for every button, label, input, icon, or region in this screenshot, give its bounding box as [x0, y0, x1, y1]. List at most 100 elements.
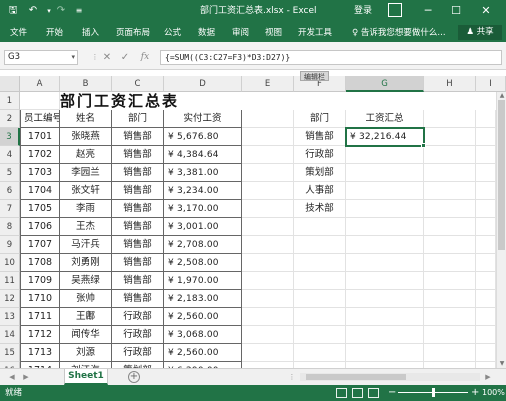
- formula-input[interactable]: {=SUM((C3:C27=F3)*D3:D27)}: [160, 50, 502, 65]
- cell-employee-id[interactable]: 1711: [20, 308, 60, 326]
- cell[interactable]: [346, 326, 424, 344]
- cell[interactable]: [294, 236, 346, 254]
- cell[interactable]: [476, 218, 496, 236]
- enter-icon[interactable]: ✓: [118, 50, 132, 65]
- column-header-d[interactable]: D: [164, 76, 242, 92]
- row-header[interactable]: 15: [0, 344, 20, 362]
- cell-department[interactable]: 行政部: [112, 326, 164, 344]
- cell-employee-id[interactable]: 1702: [20, 146, 60, 164]
- cell[interactable]: [424, 326, 476, 344]
- share-button[interactable]: ♟ 共享: [458, 25, 502, 40]
- cell-employee-id[interactable]: 1706: [20, 218, 60, 236]
- cell[interactable]: [294, 344, 346, 362]
- cell-department[interactable]: 销售部: [112, 164, 164, 182]
- cell[interactable]: [476, 200, 496, 218]
- cell[interactable]: [20, 92, 60, 110]
- cell[interactable]: [346, 344, 424, 362]
- cell-salary[interactable]: ¥ 3,068.00: [164, 326, 242, 344]
- cell[interactable]: [424, 200, 476, 218]
- cell-employee-name[interactable]: 马汗兵: [60, 236, 112, 254]
- customize-icon[interactable]: ≡: [70, 2, 88, 20]
- cell-salary[interactable]: ¥ 3,001.00: [164, 218, 242, 236]
- cell[interactable]: [242, 326, 294, 344]
- cell[interactable]: [424, 146, 476, 164]
- cell-department[interactable]: 销售部: [112, 146, 164, 164]
- cell[interactable]: [294, 272, 346, 290]
- summary-total-cell[interactable]: [346, 146, 424, 164]
- column-header-h[interactable]: H: [424, 76, 476, 92]
- summary-dept-cell[interactable]: 销售部: [294, 128, 346, 146]
- cell-employee-name[interactable]: 王鄘: [60, 308, 112, 326]
- header-cell-id[interactable]: 员工编号: [20, 110, 60, 128]
- summary-total-cell[interactable]: [346, 182, 424, 200]
- cell[interactable]: [424, 164, 476, 182]
- fill-handle[interactable]: [421, 143, 426, 148]
- cell[interactable]: [346, 254, 424, 272]
- insert-function-icon[interactable]: fx: [138, 50, 152, 65]
- row-header[interactable]: 10: [0, 254, 20, 272]
- sheet-tab-sheet1[interactable]: Sheet1: [64, 369, 108, 385]
- cell-employee-id[interactable]: 1713: [20, 344, 60, 362]
- cell-employee-name[interactable]: 闻传华: [60, 326, 112, 344]
- cell[interactable]: [242, 308, 294, 326]
- cell[interactable]: [476, 182, 496, 200]
- cell[interactable]: [242, 110, 294, 128]
- row-header[interactable]: 1: [0, 92, 20, 110]
- chevron-down-icon[interactable]: ▾: [71, 51, 75, 64]
- cell-department[interactable]: 行政部: [112, 344, 164, 362]
- cancel-icon[interactable]: ✕: [100, 50, 114, 65]
- cell-employee-id[interactable]: 1704: [20, 182, 60, 200]
- cell[interactable]: [242, 164, 294, 182]
- summary-dept-cell[interactable]: 人事部: [294, 182, 346, 200]
- cell-employee-name[interactable]: 赵亮: [60, 146, 112, 164]
- cell[interactable]: [294, 254, 346, 272]
- cell[interactable]: [294, 218, 346, 236]
- cell[interactable]: [476, 254, 496, 272]
- column-header-g[interactable]: G: [346, 76, 424, 92]
- row-header[interactable]: 7: [0, 200, 20, 218]
- scroll-up-icon[interactable]: ▲: [497, 92, 506, 100]
- cell[interactable]: [242, 344, 294, 362]
- scroll-right-icon[interactable]: ▶: [482, 371, 494, 383]
- cell-salary[interactable]: ¥ 1,970.00: [164, 272, 242, 290]
- cell[interactable]: [242, 272, 294, 290]
- minimize-icon[interactable]: ─: [416, 0, 440, 22]
- row-header[interactable]: 4: [0, 146, 20, 164]
- cell-department[interactable]: 销售部: [112, 254, 164, 272]
- vertical-scroll-thumb[interactable]: [498, 100, 505, 250]
- row-header[interactable]: 6: [0, 182, 20, 200]
- cell[interactable]: [424, 308, 476, 326]
- cell[interactable]: [242, 128, 294, 146]
- header-cell-name[interactable]: 姓名: [60, 110, 112, 128]
- cell-employee-id[interactable]: 1707: [20, 236, 60, 254]
- cell[interactable]: [424, 110, 476, 128]
- cell-employee-id[interactable]: 1701: [20, 128, 60, 146]
- cell-employee-name[interactable]: 李园兰: [60, 164, 112, 182]
- cell-salary[interactable]: ¥ 2,508.00: [164, 254, 242, 272]
- cell-department[interactable]: 行政部: [112, 308, 164, 326]
- select-all-corner[interactable]: [0, 76, 20, 92]
- cell-employee-id[interactable]: 1705: [20, 200, 60, 218]
- sheet-nav-prev-icon[interactable]: ◀: [6, 371, 18, 383]
- cell-employee-id[interactable]: 1703: [20, 164, 60, 182]
- cell[interactable]: [294, 308, 346, 326]
- tell-me-search[interactable]: ♀ 告诉我您想要做什么...: [352, 26, 446, 38]
- cell[interactable]: [476, 146, 496, 164]
- cell-employee-name[interactable]: 张文轩: [60, 182, 112, 200]
- cell-department[interactable]: 销售部: [112, 236, 164, 254]
- cell-salary[interactable]: ¥ 2,183.00: [164, 290, 242, 308]
- horizontal-scrollbar[interactable]: [300, 373, 480, 381]
- scroll-down-icon[interactable]: ▼: [497, 360, 506, 368]
- column-header-c[interactable]: C: [112, 76, 164, 92]
- tab-page-layout[interactable]: 页面布局: [116, 26, 150, 40]
- summary-dept-cell[interactable]: 策划部: [294, 164, 346, 182]
- row-header[interactable]: 14: [0, 326, 20, 344]
- cell-employee-name[interactable]: 张晓燕: [60, 128, 112, 146]
- row-header[interactable]: 2: [0, 110, 20, 128]
- cell[interactable]: [346, 272, 424, 290]
- horizontal-scroll-thumb[interactable]: [306, 374, 406, 380]
- cell-employee-name[interactable]: 刘源: [60, 344, 112, 362]
- cell-department[interactable]: 销售部: [112, 218, 164, 236]
- tab-insert[interactable]: 插入: [82, 26, 99, 40]
- page-layout-view-icon[interactable]: [352, 388, 363, 398]
